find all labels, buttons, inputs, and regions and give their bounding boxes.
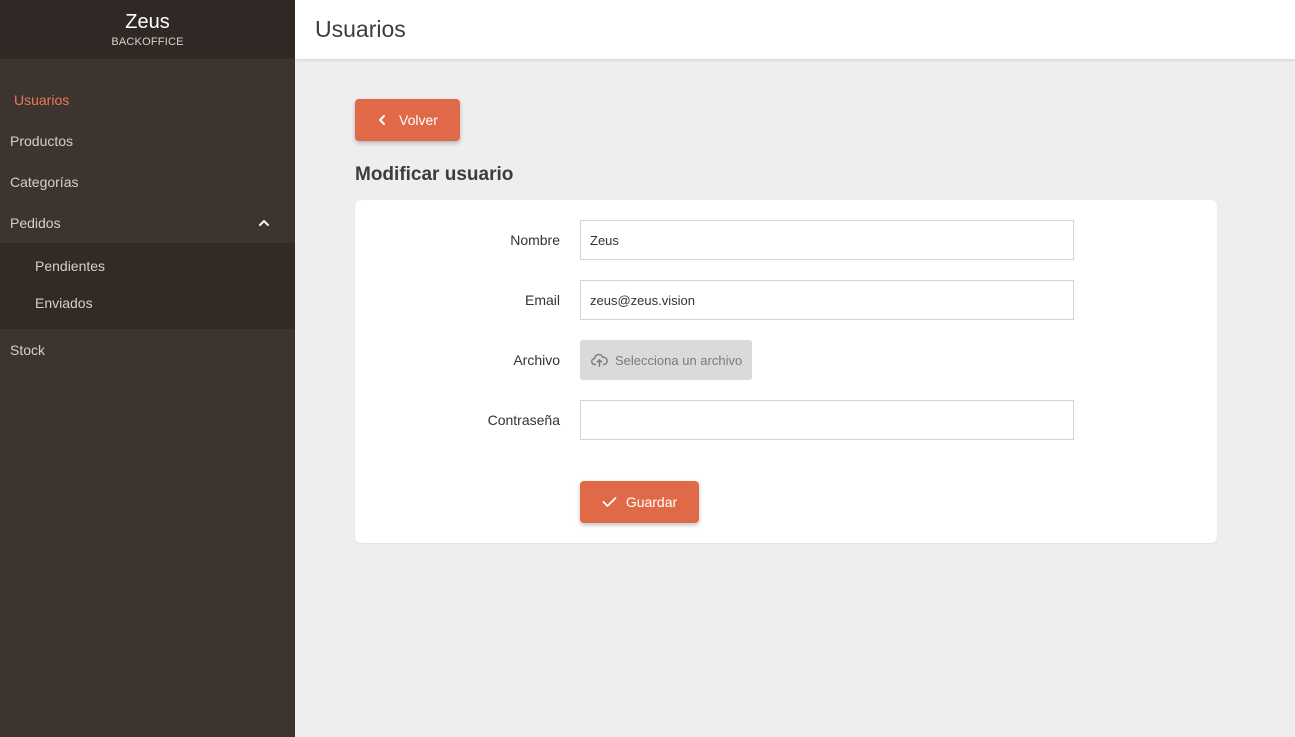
sidebar-item-pedidos[interactable]: Pedidos xyxy=(0,202,295,243)
sidebar-subitem-enviados[interactable]: Enviados xyxy=(0,284,295,321)
password-row: Contraseña xyxy=(355,400,1217,440)
email-input[interactable] xyxy=(580,280,1074,320)
chevron-up-icon[interactable] xyxy=(257,216,271,230)
file-select-label: Selecciona un archivo xyxy=(615,352,743,368)
sidebar-subitem-pendientes[interactable]: Pendientes xyxy=(0,247,295,284)
password-label: Contraseña xyxy=(487,412,560,428)
sidebar-item-categorias[interactable]: Categorías xyxy=(0,161,295,202)
sidebar-item-label: Productos xyxy=(10,132,74,149)
password-input[interactable] xyxy=(580,400,1074,440)
sidebar-item-stock[interactable]: Stock xyxy=(0,329,295,370)
brand-title: Zeus xyxy=(125,11,170,33)
section-title: Modificar usuario xyxy=(355,164,514,185)
nombre-label: Nombre xyxy=(510,232,560,248)
nombre-input[interactable] xyxy=(580,220,1074,260)
save-button-label: Guardar xyxy=(625,494,678,510)
user-form-card: Nombre Email Archivo Selecciona un archi… xyxy=(355,200,1217,543)
check-icon xyxy=(602,497,617,507)
sidebar-item-label: Pendientes xyxy=(35,257,106,274)
sidebar-item-label: Stock xyxy=(10,341,46,358)
pedidos-submenu: Pendientes Enviados xyxy=(0,243,295,329)
sidebar-item-label: Pedidos xyxy=(10,214,61,231)
archivo-row: Archivo Selecciona un archivo xyxy=(355,340,1217,380)
sidebar-item-label: Categorías xyxy=(10,173,79,190)
sidebar-item-label: Enviados xyxy=(35,294,93,311)
brand: Zeus BACKOFFICE xyxy=(0,0,295,59)
email-row: Email xyxy=(355,280,1217,320)
email-label: Email xyxy=(524,292,560,308)
file-select-button[interactable]: Selecciona un archivo xyxy=(580,340,752,380)
brand-subtitle: BACKOFFICE xyxy=(111,36,184,48)
back-button[interactable]: Volver xyxy=(355,99,460,141)
sidebar: Zeus BACKOFFICE Usuarios Productos Categ… xyxy=(0,0,295,737)
cloud-upload-icon xyxy=(591,353,608,367)
page-title: Usuarios xyxy=(315,16,406,42)
chevron-left-icon xyxy=(379,115,386,125)
sidebar-item-productos[interactable]: Productos xyxy=(0,120,295,161)
nombre-row: Nombre xyxy=(355,220,1217,260)
top-header: Usuarios xyxy=(295,0,1295,59)
save-button[interactable]: Guardar xyxy=(580,481,699,523)
sidebar-item-usuarios[interactable]: Usuarios xyxy=(0,79,295,120)
sidebar-nav: Usuarios Productos Categorías Pedidos Pe… xyxy=(0,79,295,370)
archivo-label: Archivo xyxy=(513,352,560,368)
back-button-label: Volver xyxy=(399,112,438,128)
sidebar-item-label: Usuarios xyxy=(14,91,70,108)
